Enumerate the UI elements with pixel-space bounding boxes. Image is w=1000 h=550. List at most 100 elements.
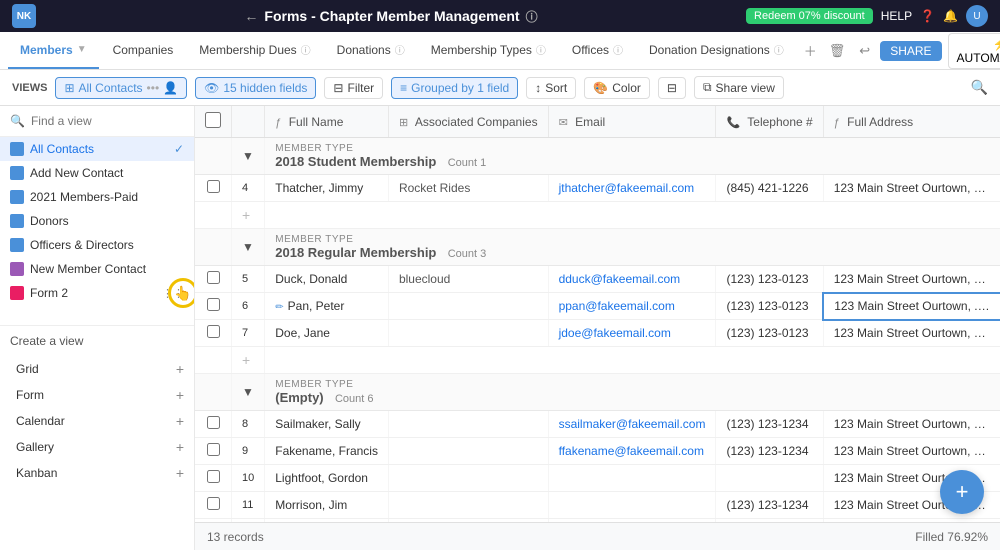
- group-expand[interactable]: ▼: [232, 374, 265, 411]
- email-link[interactable]: jthatcher@fakeemail.com: [559, 181, 695, 195]
- tab-membership-dues[interactable]: Membership Dues ⓘ: [187, 32, 322, 69]
- share-view-btn[interactable]: ⧉ Share view: [694, 76, 784, 99]
- sidebar-item-officers[interactable]: Officers & Directors: [0, 233, 194, 257]
- group-expand[interactable]: ▼: [232, 138, 265, 175]
- back-arrow[interactable]: ←: [244, 8, 258, 24]
- row-checkbox[interactable]: [207, 443, 220, 456]
- row-num-cell: 7: [232, 320, 265, 347]
- header-full-address[interactable]: ƒ Full Address: [823, 106, 1000, 138]
- tab-members[interactable]: Members ▼: [8, 32, 99, 69]
- create-grid[interactable]: Grid +: [0, 356, 194, 382]
- plus-icon-form[interactable]: +: [176, 387, 184, 403]
- sidebar-item-add-new-contact[interactable]: Add New Contact: [0, 161, 194, 185]
- plus-icon-calendar[interactable]: +: [176, 413, 184, 429]
- row-name-cell[interactable]: Lightfoot, Gordon: [265, 465, 389, 492]
- trash-icon[interactable]: 🗑: [825, 43, 850, 59]
- row-checkbox[interactable]: [207, 325, 220, 338]
- row-checkbox[interactable]: [207, 271, 220, 284]
- sidebar-item-all-contacts[interactable]: All Contacts ✓: [0, 137, 194, 161]
- sidebar-item-2021-members[interactable]: 2021 Members-Paid: [0, 185, 194, 209]
- header-email[interactable]: ✉ Email: [548, 106, 716, 138]
- sidebar-search-input[interactable]: [31, 114, 184, 128]
- row-name-cell[interactable]: Sailmaker, Sally: [265, 411, 389, 438]
- share-button[interactable]: SHARE: [880, 41, 941, 61]
- header-telephone[interactable]: 📞 Telephone #: [716, 106, 823, 138]
- hidden-fields-btn[interactable]: 👁 15 hidden fields: [195, 77, 316, 99]
- row-checkbox[interactable]: [207, 497, 220, 510]
- row-checkbox[interactable]: [207, 416, 220, 429]
- row-name-cell[interactable]: Morrison, Jim: [265, 492, 389, 519]
- footer-bar: 13 records Filled 76.92%: [195, 522, 1000, 550]
- row-email-cell[interactable]: ppan@fakeemail.com: [548, 293, 716, 320]
- create-form[interactable]: Form +: [0, 382, 194, 408]
- group-name: (Empty): [275, 390, 323, 405]
- create-kanban[interactable]: Kanban +: [0, 460, 194, 486]
- email-link[interactable]: ssailmaker@fakeemail.com: [559, 417, 706, 431]
- header-associated-companies[interactable]: ⊞ Associated Companies: [388, 106, 548, 138]
- row-email-cell[interactable]: [548, 465, 716, 492]
- row-email-cell[interactable]: jdoe@fakeemail.com: [548, 320, 716, 347]
- row-name-cell[interactable]: ✏Pan, Peter: [265, 293, 389, 320]
- all-contacts-btn[interactable]: ⊞ All Contacts ••• 👤: [55, 77, 187, 99]
- add-row[interactable]: +: [195, 347, 1000, 374]
- header-full-name[interactable]: ƒ Full Name: [265, 106, 389, 138]
- sort-btn[interactable]: ↕ Sort: [526, 77, 576, 99]
- row-height-btn[interactable]: ⊟: [658, 77, 686, 99]
- history-icon[interactable]: ↩: [855, 43, 874, 59]
- row-checkbox[interactable]: [207, 470, 220, 483]
- row-checkbox[interactable]: [207, 298, 220, 311]
- row-name-cell[interactable]: Duck, Donald: [265, 266, 389, 293]
- automations-button[interactable]: ⚡ AUTOMATIONS: [948, 33, 1000, 69]
- tab-companies[interactable]: Companies: [101, 32, 186, 69]
- add-tab-button[interactable]: ＋: [798, 32, 823, 69]
- table-row: 6 ✏Pan, Peter ppan@fakeemail.com (123) 1…: [195, 293, 1000, 320]
- filter-btn[interactable]: ⊟ Filter: [324, 77, 383, 99]
- avatar[interactable]: U: [966, 5, 988, 27]
- tab-donations[interactable]: Donations ⓘ: [325, 32, 417, 69]
- col-label-companies: Associated Companies: [415, 115, 538, 129]
- fab-button[interactable]: +: [940, 470, 984, 514]
- tab-offices[interactable]: Offices ⓘ: [560, 32, 635, 69]
- row-name-cell[interactable]: Fakename, Francis: [265, 438, 389, 465]
- group-header-row: ▼ MEMBER TYPE 2018 Student Membership Co…: [195, 138, 1000, 175]
- col-label-telephone: Telephone #: [747, 115, 812, 129]
- redeem-button[interactable]: Redeem 07% discount: [746, 8, 873, 24]
- nav-tabs: Members ▼ Companies Membership Dues ⓘ Do…: [0, 32, 1000, 70]
- email-link[interactable]: ffakename@fakeemail.com: [559, 444, 704, 458]
- table-row: 4 Thatcher, Jimmy Rocket Rides jthatcher…: [195, 175, 1000, 202]
- bell-icon[interactable]: 🔔: [943, 9, 958, 23]
- add-icon[interactable]: +: [232, 347, 265, 374]
- add-icon[interactable]: +: [232, 202, 265, 229]
- plus-icon-grid[interactable]: +: [176, 361, 184, 377]
- email-link[interactable]: ppan@fakeemail.com: [559, 299, 675, 313]
- grouped-btn[interactable]: ≡ Grouped by 1 field: [391, 77, 518, 99]
- tab-donation-designations[interactable]: Donation Designations ⓘ: [637, 32, 796, 69]
- row-email-cell[interactable]: ffakename@fakeemail.com: [548, 438, 716, 465]
- row-email-cell[interactable]: dduck@fakeemail.com: [548, 266, 716, 293]
- email-link[interactable]: jdoe@fakeemail.com: [559, 326, 671, 340]
- row-email-cell[interactable]: jthatcher@fakeemail.com: [548, 175, 716, 202]
- plus-icon-gallery[interactable]: +: [176, 439, 184, 455]
- search-btn[interactable]: 🔍: [971, 79, 988, 96]
- sidebar-item-new-member-contact[interactable]: New Member Contact: [0, 257, 194, 281]
- row-checkbox[interactable]: [207, 180, 220, 193]
- color-btn[interactable]: 🎨 Color: [584, 77, 650, 99]
- row-email-cell[interactable]: ssailmaker@fakeemail.com: [548, 411, 716, 438]
- plus-icon-kanban[interactable]: +: [176, 465, 184, 481]
- sidebar-search-area[interactable]: 🔍: [0, 106, 194, 137]
- info-icon[interactable]: ⓘ: [526, 8, 538, 25]
- row-name-cell[interactable]: Thatcher, Jimmy: [265, 175, 389, 202]
- sidebar-item-donors[interactable]: Donors: [0, 209, 194, 233]
- email-link[interactable]: dduck@fakeemail.com: [559, 272, 681, 286]
- row-email-cell[interactable]: [548, 492, 716, 519]
- tab-membership-types[interactable]: Membership Types ⓘ: [419, 32, 558, 69]
- create-gallery[interactable]: Gallery +: [0, 434, 194, 460]
- sidebar-item-form2[interactable]: Form 2 ⋮⋮ 👆: [0, 281, 194, 305]
- row-name-cell[interactable]: Doe, Jane: [265, 320, 389, 347]
- create-calendar[interactable]: Calendar +: [0, 408, 194, 434]
- group-expand[interactable]: ▼: [232, 229, 265, 266]
- select-all-checkbox[interactable]: [205, 112, 221, 128]
- help-icon[interactable]: ❓: [920, 9, 935, 23]
- add-row[interactable]: +: [195, 202, 1000, 229]
- search-icon[interactable]: 🔍: [971, 79, 988, 95]
